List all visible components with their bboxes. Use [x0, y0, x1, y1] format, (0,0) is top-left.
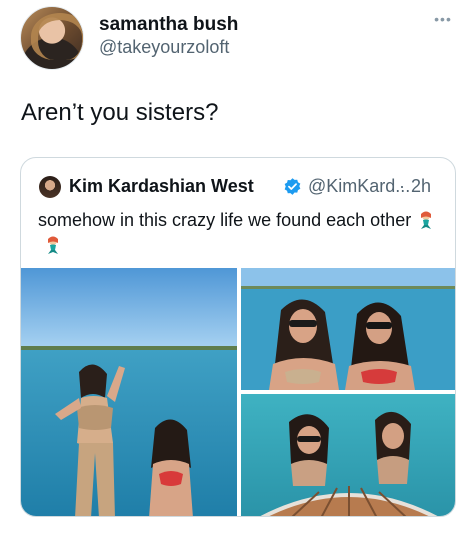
tweet: samantha bush @takeyourzoloft ••• Aren’t…: [0, 0, 474, 536]
quoted-author-handle[interactable]: @KimKard...: [308, 176, 410, 197]
quoted-timestamp[interactable]: 2h: [411, 176, 431, 197]
boat-photo[interactable]: [241, 268, 455, 390]
quoted-text-content: somehow in this crazy life we found each…: [38, 210, 412, 230]
separator-dot: ·: [399, 176, 405, 196]
author-handle[interactable]: @takeyourzoloft: [99, 37, 229, 58]
verified-icon: [284, 178, 301, 195]
swimming-photo[interactable]: [241, 394, 455, 516]
author-avatar[interactable]: [20, 6, 84, 70]
tweet-text: Aren’t you sisters?: [21, 99, 219, 126]
quoted-author-avatar[interactable]: [39, 176, 61, 198]
mermaid-emoji-icon: [48, 236, 58, 254]
quoted-tweet-text: somehow in this crazy life we found each…: [38, 208, 438, 258]
more-icon[interactable]: •••: [430, 10, 456, 28]
author-name[interactable]: samantha bush: [99, 14, 238, 36]
quoted-author-name[interactable]: Kim Kardashian West: [69, 176, 254, 197]
quoted-tweet[interactable]: Kim Kardashian West @KimKard... · 2h som…: [20, 157, 456, 517]
mermaid-emoji-icon: [421, 211, 432, 229]
beach-photo[interactable]: [21, 268, 237, 516]
